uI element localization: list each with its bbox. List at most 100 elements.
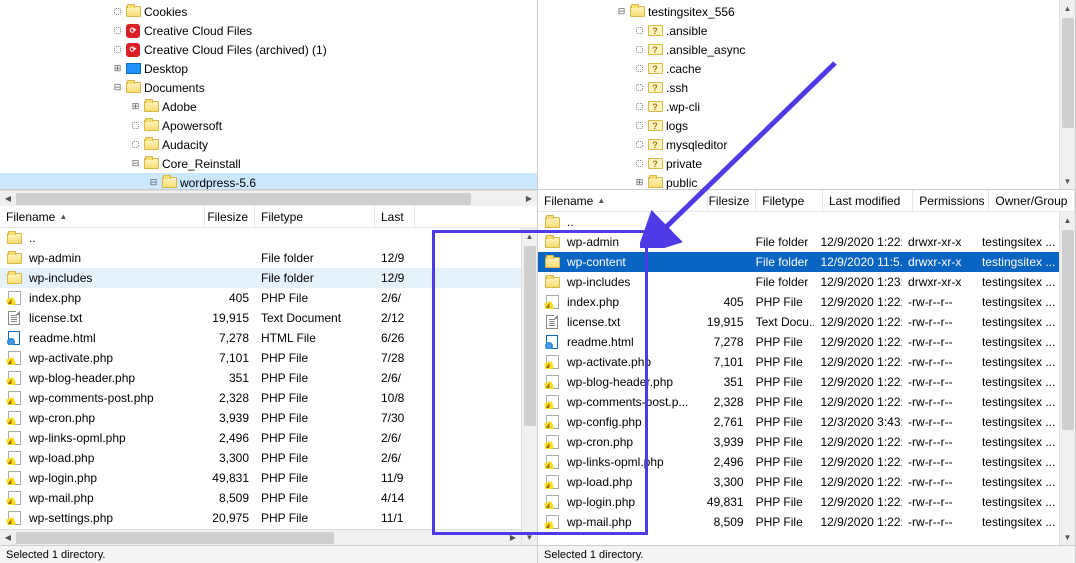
list-item[interactable]: wp-includesFile folder12/9/2020 1:23:...…	[538, 272, 1059, 292]
tree-item[interactable]: ?.cache	[538, 59, 1059, 78]
list-item[interactable]: wp-activate.php7,101PHP File12/9/2020 1:…	[538, 352, 1059, 372]
scroll-down-icon[interactable]: ▼	[1060, 173, 1075, 189]
folder-unknown-icon: ?	[647, 119, 663, 133]
list-item[interactable]: wp-config.php2,761PHP File12/3/2020 3:43…	[538, 412, 1059, 432]
tree-item[interactable]: ?.ansible	[538, 21, 1059, 40]
tree-item[interactable]: ⊟wordpress-5.6	[0, 173, 537, 190]
expand-icon[interactable]: ⊞	[130, 101, 141, 112]
tree-item[interactable]: ?.ssh	[538, 78, 1059, 97]
list-item[interactable]: wp-contentFile folder12/9/2020 11:5...dr…	[538, 252, 1059, 272]
list-item[interactable]: license.txt19,915Text Docu...12/9/2020 1…	[538, 312, 1059, 332]
column-header[interactable]: Last	[375, 206, 415, 227]
list-item[interactable]: index.php405PHP File12/9/2020 1:22:...-r…	[538, 292, 1059, 312]
expand-icon[interactable]: ⊞	[634, 177, 645, 188]
list-item[interactable]: license.txt19,915Text Document2/12	[0, 308, 521, 328]
list-item[interactable]: ..	[538, 212, 1059, 232]
cell-perm: -rw-r--r--	[908, 395, 953, 409]
column-header-label: Filetype	[762, 194, 804, 208]
list-item[interactable]: wp-links-opml.php2,496PHP File2/6/	[0, 428, 521, 448]
collapse-icon[interactable]: ⊟	[112, 82, 123, 93]
column-header[interactable]: Filetype	[756, 190, 823, 211]
column-header[interactable]: Filename▲	[0, 206, 205, 227]
tree-item[interactable]: ⊞Desktop	[0, 59, 537, 78]
scroll-up-icon[interactable]: ▲	[522, 228, 537, 244]
scroll-right-icon[interactable]: ▶	[505, 530, 521, 545]
scroll-down-icon[interactable]: ▼	[522, 529, 537, 545]
list-item[interactable]: wp-activate.php7,101PHP File7/28	[0, 348, 521, 368]
column-header[interactable]: Permissions	[913, 190, 989, 211]
tree-item[interactable]: ⊟Documents	[0, 78, 537, 97]
cell-mod: 12/9/2020 1:22:...	[820, 455, 902, 469]
tree-node-icon	[634, 44, 645, 55]
tree-item[interactable]: ?private	[538, 154, 1059, 173]
scroll-up-icon[interactable]: ▲	[1060, 0, 1075, 16]
vertical-scrollbar[interactable]: ▲ ▼	[1059, 212, 1075, 545]
column-header[interactable]: Filesize	[708, 190, 756, 211]
tree-item[interactable]: Audacity	[0, 135, 537, 154]
local-list-header[interactable]: Filename▲FilesizeFiletypeLast	[0, 206, 537, 228]
tree-item[interactable]: ?logs	[538, 116, 1059, 135]
column-header[interactable]: Last modified	[823, 190, 913, 211]
tree-item[interactable]: ?mysqleditor	[538, 135, 1059, 154]
local-tree[interactable]: Cookies⟳Creative Cloud Files⟳Creative Cl…	[0, 0, 537, 190]
expand-icon[interactable]: ⊞	[112, 63, 123, 74]
list-item[interactable]: readme.html7,278PHP File12/9/2020 1:22:.…	[538, 332, 1059, 352]
remote-list-header[interactable]: Filename▲Filesize Filetype Last modifiedPe…	[538, 190, 1075, 212]
list-item[interactable]: wp-adminFile folder12/9/2020 1:22:...drw…	[538, 232, 1059, 252]
tree-item[interactable]: ⟳Creative Cloud Files (archived) (1)	[0, 40, 537, 59]
column-header[interactable]: Filetype	[255, 206, 375, 227]
scroll-down-icon[interactable]: ▼	[1060, 529, 1075, 545]
list-item[interactable]: wp-blog-header.php351PHP File12/9/2020 1…	[538, 372, 1059, 392]
list-item[interactable]: wp-blog-header.php351PHP File2/6/	[0, 368, 521, 388]
collapse-icon[interactable]: ⊟	[130, 158, 141, 169]
list-item[interactable]: index.php405PHP File2/6/	[0, 288, 521, 308]
scroll-up-icon[interactable]: ▲	[1060, 212, 1075, 228]
cell-size: 405	[724, 295, 744, 309]
list-item[interactable]: wp-load.php3,300PHP File12/9/2020 1:22:.…	[538, 472, 1059, 492]
scroll-left-icon[interactable]: ◀	[0, 191, 16, 206]
list-item[interactable]: readme.html7,278HTML File6/26	[0, 328, 521, 348]
list-item[interactable]: wp-login.php49,831PHP File11/9	[0, 468, 521, 488]
list-item[interactable]: wp-load.php3,300PHP File2/6/	[0, 448, 521, 468]
tree-item[interactable]: Cookies	[0, 2, 537, 21]
remote-status-bar: Selected 1 directory.	[538, 545, 1075, 563]
local-file-list[interactable]: ..wp-adminFile folder12/9wp-includesFile…	[0, 228, 521, 529]
collapse-icon[interactable]: ⊟	[148, 177, 159, 188]
list-item[interactable]: wp-cron.php3,939PHP File12/9/2020 1:22:.…	[538, 432, 1059, 452]
column-header[interactable]: Owner/Group	[989, 190, 1075, 211]
list-item[interactable]: wp-login.php49,831PHP File12/9/2020 1:22…	[538, 492, 1059, 512]
local-pane: Cookies⟳Creative Cloud Files⟳Creative Cl…	[0, 0, 538, 563]
remote-tree[interactable]: ⊟testingsitex_556?.ansible?.ansible_asyn…	[538, 0, 1059, 190]
tree-item[interactable]: ⊞public	[538, 173, 1059, 190]
horizontal-scrollbar[interactable]: ◀ ▶	[0, 529, 521, 545]
list-item[interactable]: wp-mail.php8,509PHP File4/14	[0, 488, 521, 508]
tree-item[interactable]: ⊞Adobe	[0, 97, 537, 116]
tree-item[interactable]: ?.ansible_async	[538, 40, 1059, 59]
list-item[interactable]: wp-adminFile folder12/9	[0, 248, 521, 268]
tree-item[interactable]: ?.wp-cli	[538, 97, 1059, 116]
tree-item-label: Creative Cloud Files (archived) (1)	[144, 43, 327, 57]
list-item[interactable]: wp-mail.php8,509PHP File12/9/2020 1:22:.…	[538, 512, 1059, 532]
vertical-scrollbar[interactable]: ▲ ▼	[521, 228, 537, 545]
list-item[interactable]: wp-settings.php20,975PHP File11/1	[0, 508, 521, 528]
tree-item[interactable]: ⊟testingsitex_556	[538, 2, 1059, 21]
list-item[interactable]: wp-cron.php3,939PHP File7/30	[0, 408, 521, 428]
scroll-left-icon[interactable]: ◀	[0, 530, 16, 545]
list-item[interactable]: wp-includesFile folder12/9	[0, 268, 521, 288]
cell-perm: -rw-r--r--	[908, 515, 953, 529]
column-header[interactable]: Filename▲	[538, 190, 708, 211]
horizontal-scrollbar[interactable]: ◀ ▶	[0, 190, 537, 206]
remote-file-list[interactable]: ..wp-adminFile folder12/9/2020 1:22:...d…	[538, 212, 1059, 545]
list-item[interactable]: wp-comments-post.php2,328PHP File10/8	[0, 388, 521, 408]
collapse-icon[interactable]: ⊟	[616, 6, 627, 17]
tree-item[interactable]: ⊟Core_Reinstall	[0, 154, 537, 173]
list-item[interactable]: ..	[0, 228, 521, 248]
list-item[interactable]: wp-comments-post.p...2,328PHP File12/9/2…	[538, 392, 1059, 412]
tree-item[interactable]: ⟳Creative Cloud Files	[0, 21, 537, 40]
scroll-right-icon[interactable]: ▶	[521, 191, 537, 206]
column-header[interactable]: Filesize	[205, 206, 255, 227]
sort-ascending-icon: ▲	[59, 212, 67, 221]
vertical-scrollbar[interactable]: ▲ ▼	[1059, 0, 1075, 189]
list-item[interactable]: wp-links-opml.php2,496PHP File12/9/2020 …	[538, 452, 1059, 472]
tree-item[interactable]: Apowersoft	[0, 116, 537, 135]
